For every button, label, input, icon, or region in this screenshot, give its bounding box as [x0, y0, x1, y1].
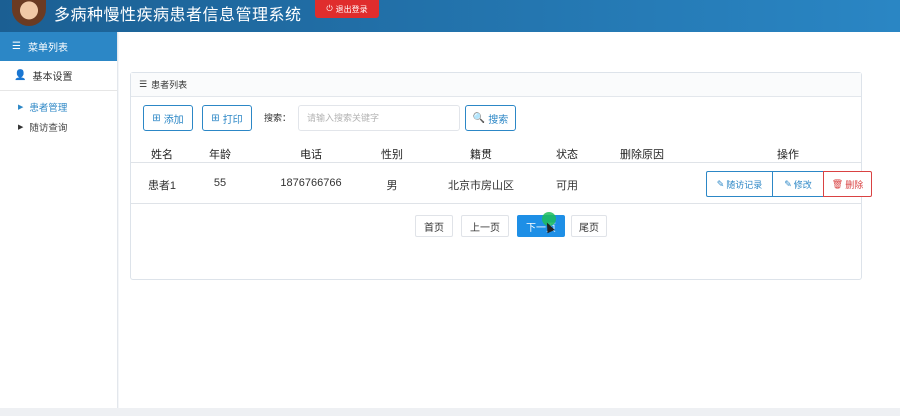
edit-icon: ✎ [784, 178, 792, 189]
cell-age: 55 [213, 177, 227, 189]
sidebar: ☰ 菜单列表 👤 基本设置 ▶ 患者管理 ▶ 随访查询 [0, 32, 118, 416]
sidebar-item-label: 患者管理 [29, 103, 68, 114]
cell-name: 患者1 [147, 180, 177, 192]
menu-title: 菜单列表 [27, 43, 68, 54]
app-title: 多病种慢性疾病患者信息管理系统 [54, 5, 302, 24]
sidebar-group-label: 基本设置 [32, 72, 73, 83]
add-button[interactable]: ⊞ 添加 [143, 105, 193, 131]
logout-label: 退出登录 [335, 4, 368, 14]
column-header: 年龄 [209, 149, 231, 161]
column-header: 性别 [381, 149, 403, 161]
print-button[interactable]: ⊞ 打印 [202, 105, 252, 131]
add-label: 添加 [163, 114, 184, 126]
list-icon: ☰ [139, 79, 148, 89]
caret-right-icon: ▶ [18, 124, 24, 131]
sidebar-item-patient-management[interactable]: ▶ 患者管理 [0, 97, 117, 117]
user-icon: 👤 [14, 70, 27, 81]
plus-square-icon: ⊞ [152, 112, 161, 124]
prev-page-button[interactable]: 上一页 [461, 215, 509, 237]
followup-record-button[interactable]: ✎ 随访记录 [706, 171, 773, 197]
top-bar: 多病种慢性疾病患者信息管理系统 ⏻ 退出登录 [0, 0, 900, 32]
search-button-label: 搜索 [488, 114, 509, 126]
last-page-button[interactable]: 尾页 [571, 215, 607, 237]
edit-button[interactable]: ✎ 修改 [772, 171, 824, 197]
delete-label: 删除 [845, 179, 864, 190]
search-label: 搜索： [264, 113, 292, 123]
search-button[interactable]: 🔍 搜索 [465, 105, 516, 131]
table-row: 患者1 55 1876766766 男 北京市房山区 可用 ✎ 随访记录 ✎ 修… [131, 164, 872, 204]
table-header: 姓名 年龄 电话 性别 籍贯 状态 删除原因 操作 [131, 143, 861, 163]
edit-label: 修改 [793, 179, 812, 190]
first-page-button[interactable]: 首页 [415, 215, 453, 237]
column-header: 操作 [777, 149, 799, 161]
cell-gender: 男 [386, 180, 398, 192]
search-input[interactable] [298, 105, 460, 131]
caret-right-icon: ▶ [18, 104, 24, 111]
next-page-button[interactable]: 下一页 [517, 215, 565, 237]
sidebar-item-followup-query[interactable]: ▶ 随访查询 [0, 117, 117, 137]
search-icon: 🔍 [472, 112, 486, 124]
print-icon: ⊞ [211, 112, 220, 124]
cell-status: 可用 [556, 180, 578, 192]
panel-title: 患者列表 [151, 80, 188, 90]
trash-icon: 🗑 [831, 178, 844, 189]
user-avatar[interactable] [12, 0, 46, 26]
cell-phone: 1876766766 [280, 177, 342, 189]
sidebar-item-label: 随访查询 [29, 123, 68, 134]
list-icon: ☰ [12, 41, 21, 52]
followup-record-label: 随访记录 [726, 179, 763, 190]
column-header: 状态 [556, 149, 578, 161]
logout-button[interactable]: ⏻ 退出登录 [315, 0, 379, 18]
print-label: 打印 [222, 114, 243, 126]
menu-header: ☰ 菜单列表 [0, 32, 117, 61]
delete-button[interactable]: 🗑 删除 [823, 171, 872, 197]
column-header: 删除原因 [620, 149, 664, 161]
edit-icon: ✎ [716, 178, 725, 189]
patient-list-panel: ☰ 患者列表 ⊞ 添加 ⊞ 打印 搜索： 🔍 搜索 姓名 年龄 电话 性别 籍贯… [130, 72, 872, 280]
main-content: ☰ 患者列表 ⊞ 添加 ⊞ 打印 搜索： 🔍 搜索 姓名 年龄 电话 性别 籍贯… [119, 32, 900, 416]
column-header: 电话 [300, 149, 322, 161]
column-header: 籍贯 [470, 149, 492, 161]
power-icon: ⏻ [326, 4, 333, 13]
cell-origin: 北京市房山区 [448, 180, 514, 192]
status-bar [0, 408, 900, 416]
panel-header: ☰ 患者列表 [131, 73, 861, 97]
column-header: 姓名 [151, 149, 173, 161]
sidebar-group-basic-settings[interactable]: 👤 基本设置 [0, 61, 117, 91]
